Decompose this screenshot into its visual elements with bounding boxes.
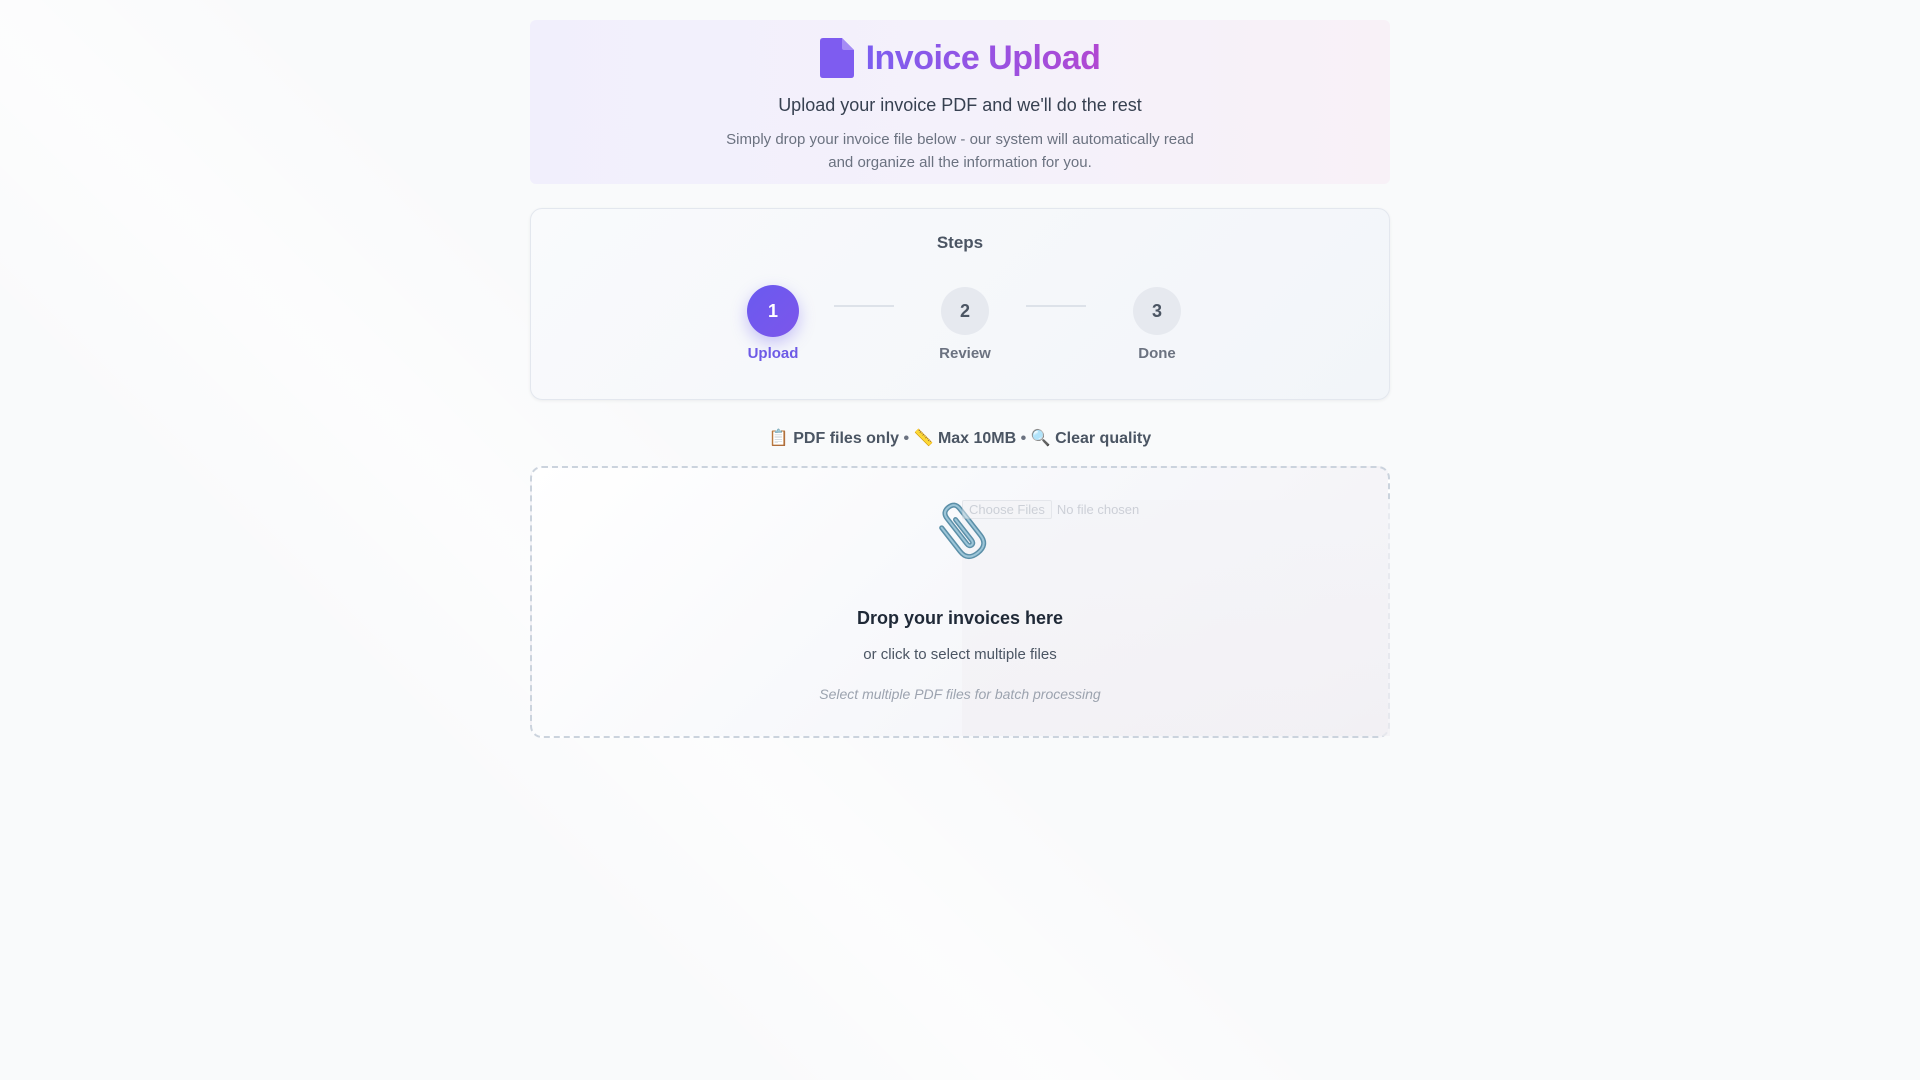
- page-description: Simply drop your invoice file below - ou…: [726, 131, 1194, 171]
- document-icon: [819, 38, 854, 78]
- dropzone-hint: Select multiple PDF files for batch proc…: [819, 686, 1101, 702]
- dropzone-subtitle: or click to select multiple files: [863, 646, 1057, 663]
- page-title: Invoice Upload: [819, 38, 1101, 78]
- page-subtitle: Upload your invoice PDF and we'll do the…: [778, 95, 1142, 115]
- requirement-quality: Clear quality: [1055, 430, 1152, 447]
- step-label: Done: [1138, 345, 1176, 362]
- page-title-text: Invoice Upload: [865, 39, 1101, 77]
- step-review: 2 Review: [915, 287, 1015, 362]
- steps-card: Steps 1 Upload 2 Review 3 Done: [530, 208, 1390, 400]
- steps-title: Steps: [936, 233, 984, 252]
- file-requirements: 📋 PDF files only • 📏 Max 10MB • 🔍 Clear …: [530, 428, 1390, 448]
- step-number: 3: [1133, 287, 1181, 335]
- step-number: 2: [941, 287, 989, 335]
- dropzone-title: Drop your invoices here: [856, 608, 1064, 628]
- step-label: Upload: [747, 345, 799, 362]
- magnifier-icon: 🔍: [1030, 430, 1051, 447]
- upload-dropzone[interactable]: Choose Files No file chosen Drop your in…: [530, 466, 1390, 738]
- file-status: No file chosen: [1056, 502, 1140, 517]
- choose-files-button[interactable]: Choose Files: [962, 500, 1052, 519]
- step-number: 1: [747, 285, 799, 337]
- step-label: Review: [939, 345, 991, 362]
- ruler-icon: 📏: [913, 430, 934, 447]
- requirement-size: Max 10MB: [937, 430, 1017, 447]
- step-connector: [1026, 305, 1086, 307]
- file-chooser[interactable]: Choose Files No file chosen: [962, 500, 1139, 519]
- separator: •: [903, 430, 910, 447]
- step-done: 3 Done: [1107, 287, 1207, 362]
- step-connector: [834, 305, 894, 307]
- hero-header: Invoice Upload Upload your invoice PDF a…: [530, 20, 1390, 184]
- step-upload: 1 Upload: [723, 285, 823, 362]
- main-container: Invoice Upload Upload your invoice PDF a…: [530, 20, 1390, 738]
- requirement-format: PDF files only: [793, 430, 900, 447]
- separator: •: [1020, 430, 1027, 447]
- clipboard-icon: 📋: [768, 430, 789, 447]
